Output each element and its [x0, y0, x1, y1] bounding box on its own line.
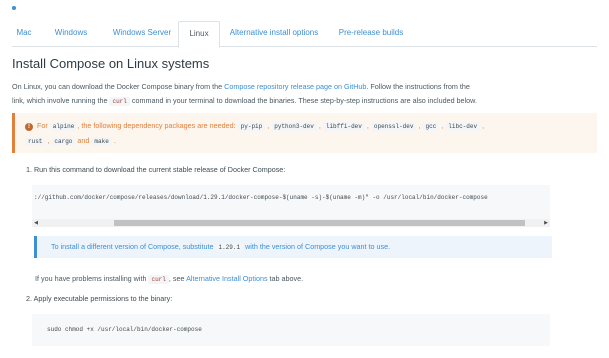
inline-code-package: rust	[25, 137, 46, 146]
scroll-left-arrow-icon[interactable]: ◀	[32, 219, 40, 227]
inline-code-package: py-pip	[237, 122, 266, 131]
separator: ,	[418, 121, 421, 130]
inline-code-package: gcc	[422, 122, 440, 131]
tab-windows-server[interactable]: Windows Server	[104, 21, 180, 45]
separator: ,	[318, 121, 321, 130]
intro-text: command in your terminal to download the…	[129, 96, 477, 105]
problems-text: tab above.	[267, 274, 304, 283]
inline-code-package: python3-dev	[271, 122, 317, 131]
problems-line: If you have problems installing with cur…	[35, 274, 304, 284]
note-text-part: To install a different version of Compos…	[51, 242, 216, 251]
dependency-warning: ! For alpine, the following dependency pa…	[12, 113, 597, 153]
top-bullet	[12, 6, 16, 10]
separator: .	[113, 136, 116, 145]
tab-linux[interactable]: Linux	[178, 21, 220, 48]
chmod-command-block: sudo chmod +x /usr/local/bin/docker-comp…	[32, 314, 550, 346]
tab-alternative-install-options[interactable]: Alternative install options	[224, 21, 324, 45]
platform-tabs: Mac Windows Windows Server Linux Alterna…	[12, 21, 597, 48]
intro-line-1: On Linux, you can download the Docker Co…	[12, 82, 470, 91]
problems-text: , see	[168, 274, 187, 283]
inline-code-curl: curl	[148, 275, 169, 284]
inline-code-package: libffi-dev	[322, 122, 365, 131]
intro-text: . Follow the instructions from the	[366, 82, 470, 91]
inline-code-package: libc-dev	[445, 122, 481, 131]
problems-text: If you have problems installing with	[35, 274, 149, 283]
intro-text: On Linux, you can download the Docker Co…	[12, 82, 225, 91]
scroll-right-arrow-icon[interactable]: ▶	[542, 219, 550, 227]
inline-code-version: 1.29.1	[215, 243, 244, 252]
page-title: Install Compose on Linux systems	[12, 56, 210, 71]
warning-line-1: ! For alpine, the following dependency pa…	[25, 121, 484, 131]
chmod-command[interactable]: sudo chmod +x /usr/local/bin/docker-comp…	[47, 326, 202, 333]
step-2-text: 2. Apply executable permissions to the b…	[26, 294, 173, 303]
alternative-install-options-link[interactable]: Alternative Install Options	[186, 274, 268, 283]
separator: ,	[47, 136, 50, 145]
intro-line-2: link, which involve running the curl com…	[12, 96, 477, 106]
separator: ,	[366, 121, 369, 130]
warning-text: and	[77, 136, 90, 145]
tab-pre-release-builds[interactable]: Pre-release builds	[334, 21, 408, 45]
inline-code-package: cargo	[51, 137, 76, 146]
warning-text: , the following dependency packages are …	[77, 121, 238, 130]
compose-release-page-link[interactable]: Compose repository release page on GitHu…	[224, 82, 366, 91]
inline-code-package: make	[91, 137, 112, 146]
inline-code-package: openssl-dev	[370, 122, 417, 131]
version-note: To install a different version of Compos…	[34, 236, 552, 258]
download-command[interactable]: ://github.com/docker/compose/releases/do…	[34, 194, 488, 201]
warning-line-2: rust , cargo and make .	[25, 136, 116, 146]
tab-windows[interactable]: Windows	[48, 21, 94, 45]
note-text-part: with the version of Compose you want to …	[243, 242, 391, 251]
download-command-block: ://github.com/docker/compose/releases/do…	[32, 185, 550, 227]
separator: ,	[267, 121, 270, 130]
exclamation-icon: !	[25, 123, 33, 131]
tab-mac[interactable]: Mac	[12, 21, 36, 45]
step-1-text: 1. Run this command to download the curr…	[26, 165, 286, 174]
inline-code-curl: curl	[109, 97, 130, 106]
intro-text: link, which involve running the	[12, 96, 110, 105]
note-text: To install a different version of Compos…	[51, 242, 391, 252]
separator: ,	[441, 121, 444, 130]
inline-code-alpine: alpine	[49, 122, 78, 131]
scrollbar-thumb[interactable]	[114, 220, 525, 226]
horizontal-scrollbar[interactable]: ◀ ▶	[32, 219, 550, 227]
separator: ,	[482, 121, 485, 130]
warning-text: For	[37, 121, 50, 130]
